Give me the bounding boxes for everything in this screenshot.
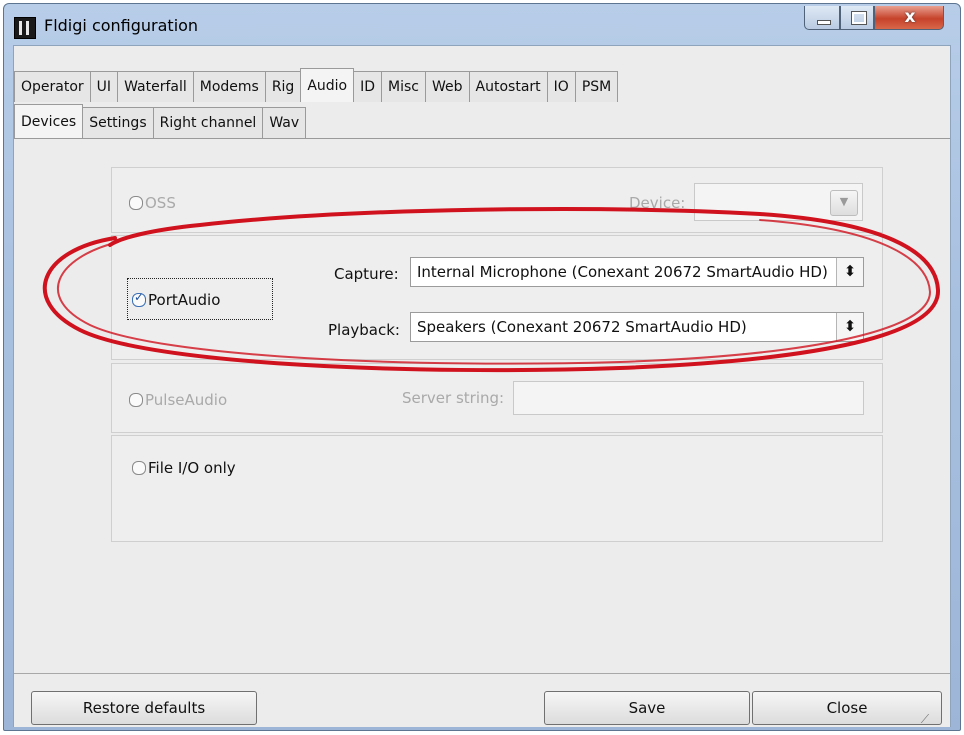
server-string-input[interactable]	[513, 381, 864, 415]
portaudio-checkbox-box	[132, 290, 146, 307]
playback-device-value: Speakers (Conexant 20672 SmartAudio HD)	[417, 318, 747, 336]
minimize-button[interactable]	[804, 6, 840, 30]
audio-sub-tab-bar: Devices Settings Right channel Wav	[14, 104, 307, 138]
tab-web[interactable]: Web	[425, 71, 470, 102]
chevron-down-icon: ▼	[830, 190, 858, 216]
oss-label: OSS	[145, 194, 176, 212]
oss-device-label: Device:	[629, 194, 686, 212]
fldigi-app-icon	[14, 17, 36, 39]
client-area: Operator UI Waterfall Modems Rig Audio I…	[13, 45, 951, 727]
capture-label: Capture:	[334, 265, 399, 283]
close-button[interactable]: Close ⟋	[752, 691, 942, 726]
capture-device-select[interactable]: Internal Microphone (Conexant 20672 Smar…	[410, 257, 864, 287]
main-tab-bar: Operator UI Waterfall Modems Rig Audio I…	[14, 68, 619, 102]
pulseaudio-label: PulseAudio	[145, 391, 228, 409]
save-button[interactable]: Save	[544, 691, 750, 725]
title-bar[interactable]: Fldigi configuration x	[4, 4, 960, 44]
file-io-group	[111, 435, 883, 542]
server-string-label: Server string:	[402, 389, 505, 407]
maximize-button[interactable]	[840, 6, 874, 30]
updown-arrows-icon: ⬍	[836, 313, 863, 341]
tab-psm[interactable]: PSM	[574, 71, 619, 102]
close-button-label: Close	[826, 699, 868, 717]
tab-operator[interactable]: Operator	[14, 71, 91, 102]
playback-label: Playback:	[328, 321, 400, 339]
resize-grip-icon[interactable]: ⟋	[917, 703, 933, 726]
oss-checkbox-box	[129, 196, 143, 210]
tab-id[interactable]: ID	[353, 71, 383, 102]
restore-defaults-button[interactable]: Restore defaults	[31, 691, 257, 725]
close-icon: x	[904, 7, 916, 27]
tab-audio[interactable]: Audio	[300, 68, 355, 102]
tab-waterfall[interactable]: Waterfall	[117, 71, 194, 102]
tab-wav[interactable]: Wav	[262, 107, 307, 138]
pulseaudio-checkbox-box	[129, 393, 143, 407]
tab-io[interactable]: IO	[546, 71, 576, 102]
tab-misc[interactable]: Misc	[381, 71, 427, 102]
window-title: Fldigi configuration	[44, 16, 199, 35]
tab-rig[interactable]: Rig	[264, 71, 302, 102]
playback-device-select[interactable]: Speakers (Conexant 20672 SmartAudio HD) …	[410, 312, 864, 342]
tab-settings[interactable]: Settings	[82, 107, 154, 138]
tab-autostart[interactable]: Autostart	[468, 71, 548, 102]
pulseaudio-checkbox[interactable]: PulseAudio	[129, 391, 227, 409]
file-io-checkbox[interactable]: File I/O only	[132, 459, 236, 477]
file-io-checkbox-box	[132, 461, 146, 475]
file-io-label: File I/O only	[148, 459, 236, 477]
app-window: Fldigi configuration x Operator UI Water…	[3, 3, 961, 731]
maximize-icon	[852, 12, 866, 24]
tab-ui[interactable]: UI	[89, 71, 119, 102]
close-window-button[interactable]: x	[874, 6, 944, 30]
oss-device-select[interactable]: ▼	[694, 183, 863, 221]
updown-arrows-icon: ⬍	[836, 258, 863, 286]
tab-right-channel[interactable]: Right channel	[152, 107, 264, 138]
tab-modems[interactable]: Modems	[192, 71, 266, 102]
minimize-icon	[817, 20, 831, 25]
tab-devices[interactable]: Devices	[14, 104, 84, 138]
oss-checkbox[interactable]: OSS	[129, 194, 176, 212]
capture-device-value: Internal Microphone (Conexant 20672 Smar…	[417, 263, 828, 281]
portaudio-checkbox[interactable]: PortAudio	[132, 290, 221, 309]
portaudio-label: PortAudio	[148, 291, 221, 309]
